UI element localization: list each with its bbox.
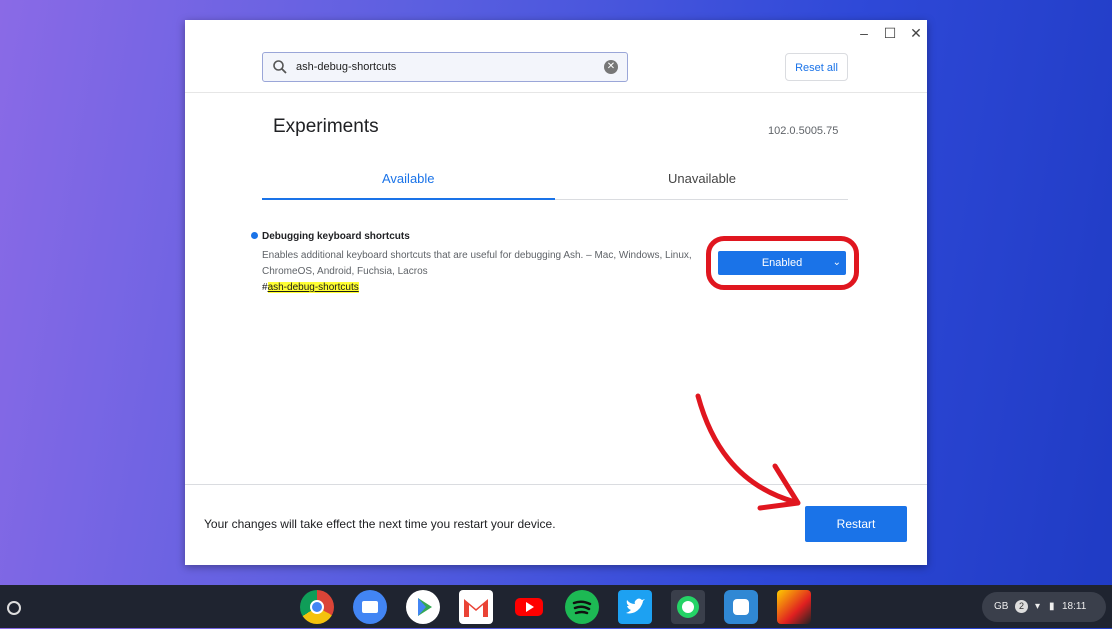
- status-tray[interactable]: GB 2 ▾ ▮ 18:11: [982, 592, 1106, 622]
- launcher-icon[interactable]: [7, 601, 21, 615]
- tab-available[interactable]: Available: [382, 171, 435, 186]
- twitter-icon[interactable]: [618, 590, 652, 624]
- search-value[interactable]: ash-debug-shortcuts: [296, 61, 396, 73]
- clock: 18:11: [1062, 601, 1087, 612]
- tab-active-indicator: [262, 198, 555, 200]
- clear-icon[interactable]: ✕: [604, 60, 618, 74]
- annotation-arrow: [695, 393, 801, 511]
- gmail-icon[interactable]: [459, 590, 493, 624]
- search-icon: [273, 60, 287, 74]
- version-label: 102.0.5005.75: [768, 125, 839, 137]
- reset-all-button[interactable]: Reset all: [785, 53, 848, 81]
- experiment-tag[interactable]: #ash-debug-shortcuts: [262, 282, 359, 293]
- search-input[interactable]: ash-debug-shortcuts ✕: [262, 52, 628, 82]
- experiment-description: Enables additional keyboard shortcuts th…: [262, 250, 692, 277]
- mastodon-icon[interactable]: [724, 590, 758, 624]
- restart-message: Your changes will take effect the next t…: [204, 517, 556, 531]
- battery-icon: ▮: [1049, 601, 1055, 612]
- tab-unavailable[interactable]: Unavailable: [668, 171, 736, 186]
- game-icon[interactable]: [777, 590, 811, 624]
- youtube-icon[interactable]: [512, 590, 546, 624]
- notification-count: 2: [1015, 600, 1028, 613]
- modified-indicator: [251, 232, 258, 239]
- chrome-icon[interactable]: [300, 590, 334, 624]
- maximize-button[interactable]: ☐: [881, 24, 899, 42]
- header-divider: [185, 92, 927, 93]
- shelf: GB 2 ▾ ▮ 18:11: [0, 585, 1112, 628]
- tag-link[interactable]: ash-debug-shortcuts: [267, 282, 359, 293]
- page-title: Experiments: [273, 116, 379, 137]
- tag-prefix: #: [262, 282, 268, 293]
- minimize-button[interactable]: –: [855, 24, 873, 42]
- annotation-highlight-circle: [706, 236, 859, 290]
- files-icon[interactable]: [353, 590, 387, 624]
- experiment-title: Debugging keyboard shortcuts: [262, 231, 410, 242]
- keyboard-layout: GB: [994, 601, 1009, 612]
- spotify-icon[interactable]: [565, 590, 599, 624]
- close-button[interactable]: ✕: [907, 24, 925, 42]
- play-store-icon[interactable]: [406, 590, 440, 624]
- whatsapp-icon[interactable]: [671, 590, 705, 624]
- wifi-icon: ▾: [1035, 601, 1041, 612]
